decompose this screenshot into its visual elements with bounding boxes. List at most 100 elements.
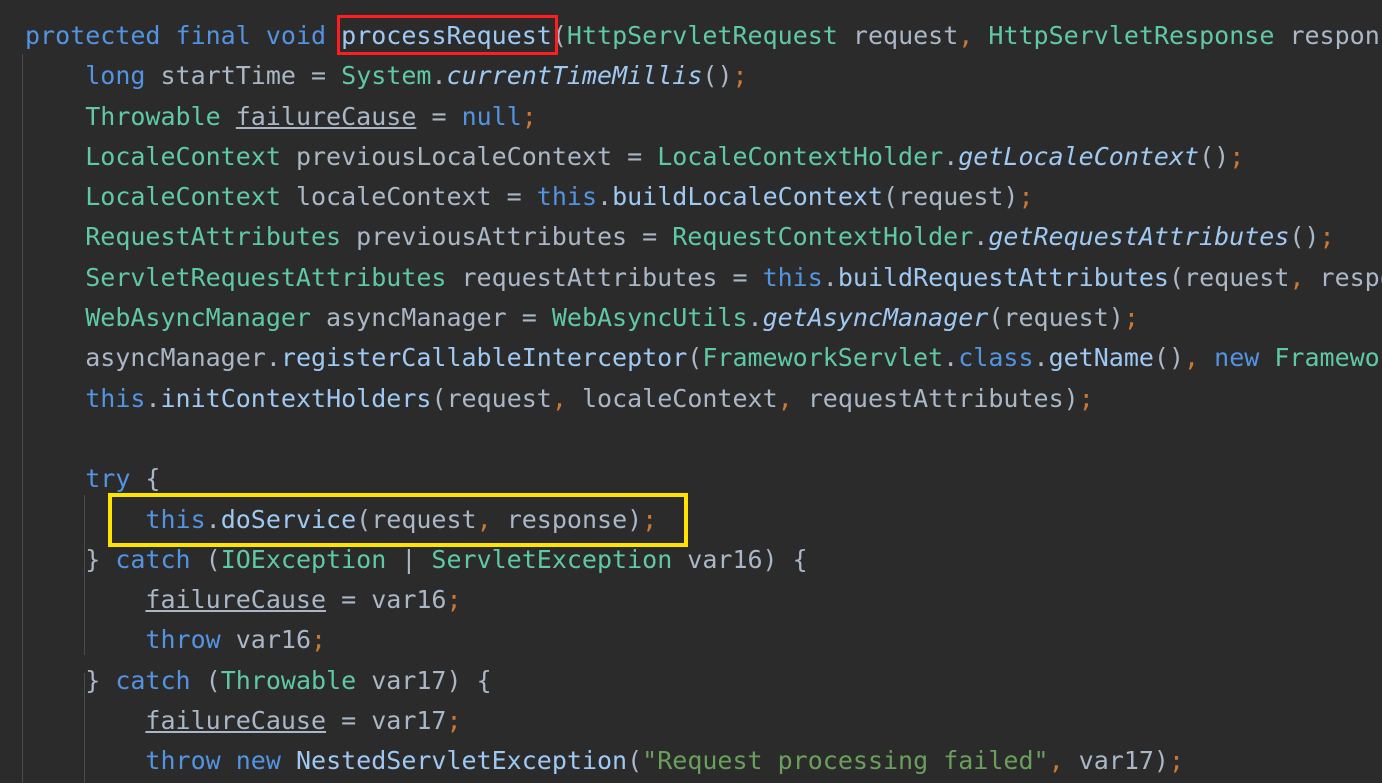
- code-token: =: [431, 101, 447, 131]
- code-token: (request: [1168, 262, 1290, 292]
- code-token: catch: [115, 665, 191, 695]
- code-token: new: [235, 746, 281, 776]
- code-token: LocaleContext: [85, 182, 281, 212]
- code-line[interactable]: this.doService(request, response);: [0, 500, 1382, 540]
- code-editor-viewport[interactable]: protected final void processRequest(Http…: [0, 0, 1382, 783]
- code-line[interactable]: LocaleContext localeContext = this.build…: [0, 177, 1382, 217]
- code-token: =: [341, 706, 357, 736]
- code-line[interactable]: } catch (IOException | ServletException …: [0, 540, 1382, 580]
- code-token: getAsyncManager: [762, 303, 989, 333]
- code-line[interactable]: throw var16;: [0, 620, 1382, 660]
- code-token: new: [1214, 343, 1260, 373]
- code-token: ,: [777, 383, 793, 413]
- code-token: throw: [145, 625, 221, 655]
- code-token: request: [837, 21, 959, 50]
- code-token: respo: [1319, 262, 1382, 292]
- code-token: ,: [1048, 746, 1064, 776]
- code-token: doService: [220, 504, 357, 534]
- code-token: class: [958, 343, 1034, 373]
- code-token: .: [597, 182, 613, 212]
- code-line[interactable]: try {: [0, 459, 1382, 499]
- code-line[interactable]: protected final void processRequest(Http…: [0, 16, 1382, 56]
- code-token: LocaleContext: [85, 141, 281, 171]
- code-token: (: [551, 21, 567, 50]
- code-line[interactable]: failureCause = var17;: [0, 701, 1382, 741]
- code-token: |: [386, 544, 432, 574]
- code-token: currentTimeMillis: [446, 61, 703, 91]
- code-token: WebAsyncUtils: [551, 303, 748, 333]
- code-token: ,: [958, 21, 974, 50]
- code-token: getRequestAttributes: [988, 222, 1290, 252]
- code-token: buildRequestAttributes: [837, 262, 1169, 292]
- code-token: var16: [220, 625, 311, 655]
- code-token: .: [145, 383, 161, 413]
- code-token: =: [732, 262, 748, 292]
- code-token: ;: [521, 101, 537, 131]
- code-token: failureCause: [235, 101, 417, 131]
- code-token: Framewor: [1274, 343, 1382, 373]
- code-token: .: [973, 222, 989, 252]
- code-token: .: [943, 141, 959, 171]
- code-line[interactable]: RequestAttributes previousAttributes = R…: [0, 217, 1382, 257]
- code-token: long: [85, 61, 146, 91]
- code-token: requestAttributes): [792, 383, 1079, 413]
- code-token: NestedServletException: [295, 746, 628, 776]
- code-token: .: [822, 262, 838, 292]
- code-line[interactable]: WebAsyncManager asyncManager = WebAsyncU…: [0, 298, 1382, 338]
- code-token: LocaleContextHolder: [657, 141, 944, 171]
- code-token: void: [265, 21, 327, 50]
- code-token: var17) {: [356, 665, 492, 695]
- code-token: ServletRequestAttributes: [85, 262, 447, 292]
- code-token: respons: [1289, 21, 1382, 50]
- code-line[interactable]: failureCause = var16;: [0, 580, 1382, 620]
- code-line[interactable]: long startTime = System.currentTimeMilli…: [0, 56, 1382, 96]
- code-token: FrameworkServlet: [702, 343, 944, 373]
- code-line[interactable]: ServletRequestAttributes requestAttribut…: [0, 258, 1382, 298]
- code-token: (: [687, 343, 703, 373]
- code-token: registerCallableInterceptor: [280, 343, 688, 373]
- code-token: .: [943, 343, 959, 373]
- code-line[interactable]: [0, 419, 1382, 459]
- code-token: protected: [25, 21, 161, 50]
- code-token: (: [190, 544, 221, 574]
- code-token: (request): [988, 303, 1124, 333]
- code-line[interactable]: this.initContextHolders(request, localeC…: [0, 379, 1382, 419]
- code-line[interactable]: asyncManager.registerCallableInterceptor…: [0, 338, 1382, 378]
- code-token: this: [762, 262, 823, 292]
- code-token: ;: [311, 625, 327, 655]
- code-line[interactable]: LocaleContext previousLocaleContext = Lo…: [0, 137, 1382, 177]
- code-line[interactable]: } catch (Throwable var17) {: [0, 661, 1382, 701]
- code-token: RequestContextHolder: [672, 222, 974, 252]
- code-token: RequestAttributes: [85, 222, 342, 252]
- code-token: .: [431, 61, 447, 91]
- code-text-area[interactable]: protected final void processRequest(Http…: [0, 0, 1382, 783]
- code-token: (request: [431, 383, 552, 413]
- code-token: localeContext: [280, 182, 507, 212]
- code-token: {: [130, 464, 161, 494]
- code-line[interactable]: throw new NestedServletException("Reques…: [0, 741, 1382, 781]
- code-token: =: [627, 141, 643, 171]
- code-line[interactable]: Throwable failureCause = null;: [0, 97, 1382, 137]
- code-token: Throwable: [220, 665, 357, 695]
- code-token: buildLocaleContext: [612, 182, 884, 212]
- code-token: HttpServletRequest: [566, 21, 838, 50]
- code-token: (): [1199, 141, 1230, 171]
- code-token: }: [25, 544, 116, 574]
